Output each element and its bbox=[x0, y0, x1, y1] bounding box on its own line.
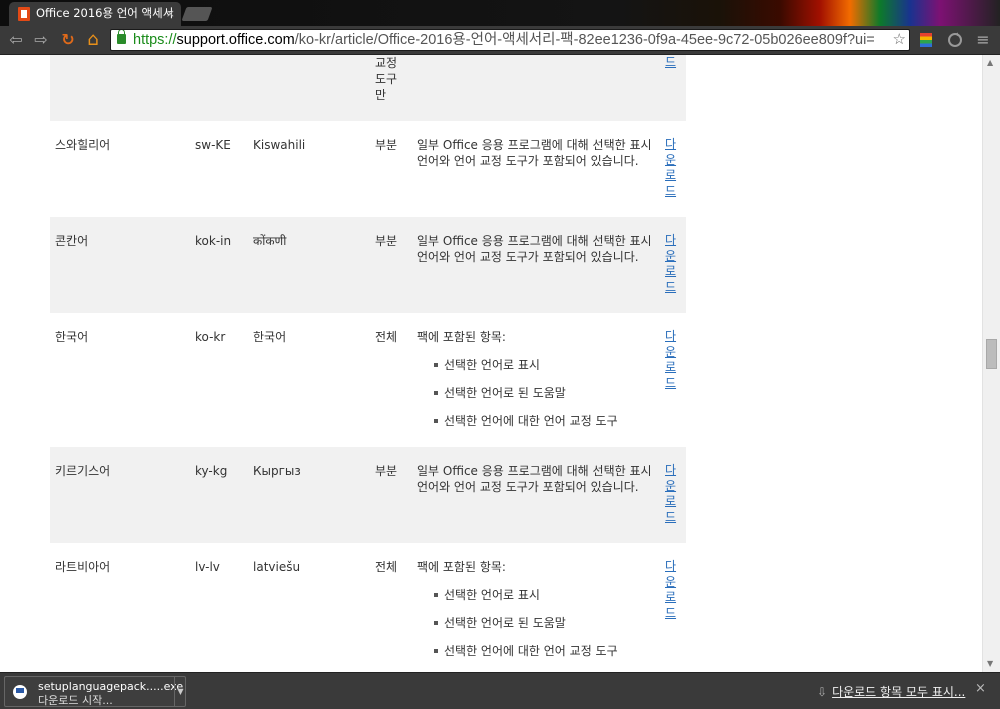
browser-menu-button[interactable]: ≡ bbox=[973, 30, 993, 50]
back-button[interactable]: ⇦ bbox=[6, 30, 26, 50]
language-name: 한국어 bbox=[55, 330, 89, 344]
tab-close-icon[interactable]: × bbox=[166, 2, 175, 25]
description-text: 일부 Office 응용 프로그램에 대해 선택한 표시 언어와 언어 교정 도… bbox=[417, 138, 652, 168]
tab-title: Office 2016용 언어 액세서 bbox=[36, 6, 174, 20]
bullet-item: 선택한 언어로 표시 bbox=[417, 587, 657, 603]
reload-button[interactable]: ↻ bbox=[58, 30, 78, 50]
description-text: 일부 Office 응용 프로그램에 대해 선택한 표시 언어와 언어 교정 도… bbox=[417, 234, 652, 264]
native-language-name: latviešu bbox=[253, 560, 301, 574]
scroll-down-arrow-icon[interactable]: ▼ bbox=[987, 659, 993, 668]
download-item[interactable]: setuplanguagepack.....exe 다운로드 시작... ▼ bbox=[4, 676, 186, 707]
language-name: 콘칸어 bbox=[55, 234, 89, 248]
url-scheme: https:// bbox=[133, 32, 177, 48]
browser-tab-active[interactable]: Office 2016용 언어 액세서 × bbox=[9, 2, 181, 26]
description-text: 팩에 포함된 항목: bbox=[417, 330, 506, 344]
table-row: 라트비아어 lv-lv latviešu 전체 팩에 포함된 항목: 선택한 언… bbox=[50, 543, 686, 672]
scope-text: 부분 bbox=[375, 464, 398, 478]
native-language-name: Kiswahili bbox=[253, 138, 306, 152]
bullet-item: 선택한 언어로 표시 bbox=[417, 357, 657, 373]
download-link-fragment[interactable]: 드 bbox=[665, 55, 677, 71]
download-status: 다운로드 시작... bbox=[38, 694, 113, 707]
address-bar[interactable]: https://support.office.com/ko-kr/article… bbox=[110, 29, 910, 51]
description-text: 일부 Office 응용 프로그램에 대해 선택한 표시 언어와 언어 교정 도… bbox=[417, 464, 652, 494]
table-row: 교정 도구 만 드 bbox=[50, 55, 686, 121]
scope-text: 부분 bbox=[375, 138, 398, 152]
download-shelf: setuplanguagepack.....exe 다운로드 시작... ▼ ⇩… bbox=[0, 672, 1000, 709]
download-link[interactable]: 다운로드 bbox=[665, 329, 677, 391]
culture-tag: kok-in bbox=[195, 234, 232, 248]
table-row: 콘칸어 kok-in कोंकणी 부분 일부 Office 응용 프로그램에 … bbox=[50, 217, 686, 313]
download-link[interactable]: 다운로드 bbox=[665, 137, 677, 199]
forward-button[interactable]: ⇨ bbox=[31, 30, 51, 50]
vertical-scrollbar[interactable]: ▲ ▼ bbox=[982, 55, 1000, 672]
bullet-item: 선택한 언어에 대한 언어 교정 도구 bbox=[417, 413, 657, 429]
scope-text: 교정 도구 만 bbox=[375, 56, 398, 102]
description-block: 팩에 포함된 항목: 선택한 언어로 표시 선택한 언어로 된 도움말 선택한 … bbox=[417, 559, 657, 659]
show-all-downloads-label: 다운로드 항목 모두 표시... bbox=[832, 685, 966, 699]
show-all-downloads-link[interactable]: ⇩ 다운로드 항목 모두 표시... bbox=[817, 683, 965, 700]
culture-tag: ko-kr bbox=[195, 330, 226, 344]
culture-tag: ky-kg bbox=[195, 464, 228, 478]
native-language-name: कोंकणी bbox=[253, 234, 287, 248]
home-button[interactable]: ⌂ bbox=[83, 30, 103, 50]
chevron-down-icon[interactable]: ▼ bbox=[174, 677, 186, 706]
download-filename: setuplanguagepack.....exe bbox=[38, 680, 184, 693]
table-row: 키르기스어 ky-kg Кыргыз 부분 일부 Office 응용 프로그램에… bbox=[50, 447, 686, 543]
native-language-name: Кыргыз bbox=[253, 464, 301, 478]
download-arrow-icon: ⇩ bbox=[817, 685, 828, 699]
culture-tag: sw-KE bbox=[195, 138, 231, 152]
url-host: support.office.com bbox=[176, 32, 295, 48]
browser-toolbar: ⇦ ⇨ ↻ ⌂ https://support.office.com/ko-kr… bbox=[0, 26, 1000, 55]
lock-icon bbox=[117, 30, 126, 44]
scope-text: 부분 bbox=[375, 234, 398, 248]
url-path: /ko-kr/article/Office-2016용-언어-액세서리-팩-82… bbox=[294, 32, 875, 48]
language-name: 스와힐리어 bbox=[55, 138, 111, 152]
window-titlebar: Office 2016용 언어 액세서 × bbox=[0, 0, 1000, 26]
bullet-item: 선택한 언어로 된 도움말 bbox=[417, 385, 657, 401]
download-link[interactable]: 다운로드 bbox=[665, 233, 677, 295]
sync-extension-icon[interactable] bbox=[947, 32, 963, 48]
table-row: 한국어 ko-kr 한국어 전체 팩에 포함된 항목: 선택한 언어로 표시 선… bbox=[50, 313, 686, 447]
table-row: 스와힐리어 sw-KE Kiswahili 부분 일부 Office 응용 프로… bbox=[50, 121, 686, 217]
description-block: 팩에 포함된 항목: 선택한 언어로 표시 선택한 언어로 된 도움말 선택한 … bbox=[417, 329, 657, 429]
scope-text: 전체 bbox=[375, 330, 398, 344]
close-icon[interactable]: × bbox=[975, 681, 986, 696]
language-name: 키르기스어 bbox=[55, 464, 111, 478]
bullet-item: 선택한 언어로 된 도움말 bbox=[417, 615, 657, 631]
new-tab-button[interactable] bbox=[181, 7, 213, 21]
native-language-name: 한국어 bbox=[253, 330, 287, 344]
installer-file-icon bbox=[13, 685, 27, 699]
scroll-up-arrow-icon[interactable]: ▲ bbox=[987, 58, 993, 67]
download-link[interactable]: 다운로드 bbox=[665, 463, 677, 525]
download-link[interactable]: 다운로드 bbox=[665, 559, 677, 621]
color-extension-icon[interactable] bbox=[918, 32, 934, 48]
page-content: 교정 도구 만 드 스와힐리어 sw-KE Kiswahili 부분 일부 Of… bbox=[0, 55, 982, 672]
scope-text: 전체 bbox=[375, 560, 398, 574]
scrollbar-thumb[interactable] bbox=[986, 339, 997, 369]
bullet-item: 선택한 언어에 대한 언어 교정 도구 bbox=[417, 643, 657, 659]
office-favicon-icon bbox=[18, 7, 30, 21]
culture-tag: lv-lv bbox=[195, 560, 220, 574]
description-text: 팩에 포함된 항목: bbox=[417, 560, 506, 574]
bookmark-star-icon[interactable]: ☆ bbox=[890, 30, 906, 50]
language-name: 라트비아어 bbox=[55, 560, 111, 574]
